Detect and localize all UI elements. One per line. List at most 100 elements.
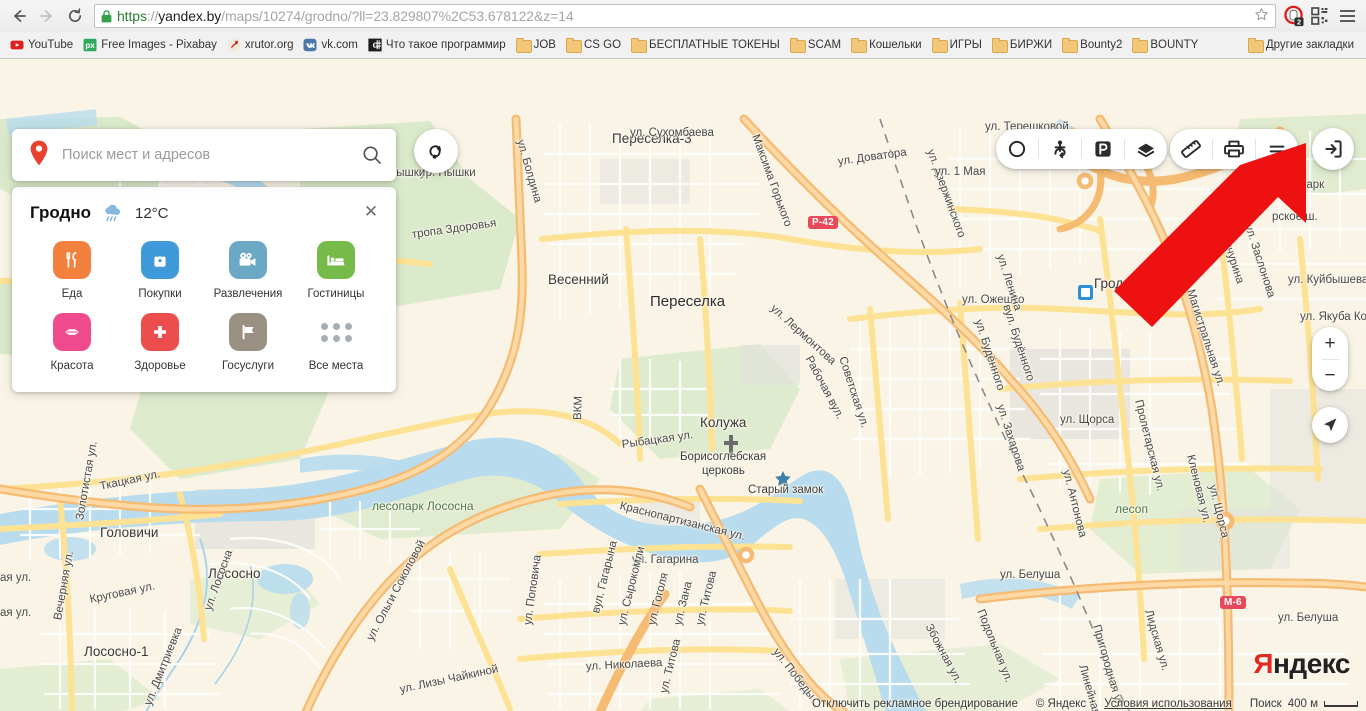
bookmark-folder-bounty[interactable]: BOUNTY — [1128, 37, 1204, 53]
city-categories-card: Гродно 12°C ✕ Еда Покупки Развлечения Го… — [12, 187, 396, 392]
category-hotels[interactable]: Гостиницы — [292, 241, 380, 305]
bookmark-label: YouTube — [28, 39, 74, 51]
road-shield: М-6 — [1220, 596, 1246, 609]
ruler-icon[interactable] — [1170, 129, 1212, 169]
search-input[interactable] — [62, 147, 350, 163]
category-beauty[interactable]: Красота — [28, 313, 116, 377]
svg-text:C: C — [372, 40, 378, 50]
forward-button[interactable] — [34, 3, 60, 29]
scale-line — [1324, 701, 1358, 707]
bookmark-label: ИГРЫ — [949, 39, 982, 51]
printer-icon[interactable] — [1213, 129, 1255, 169]
movie-camera-icon — [229, 241, 267, 279]
map-layers-pill — [996, 129, 1167, 169]
category-health[interactable]: Здоровье — [116, 313, 204, 377]
locate-arrow-icon[interactable] — [1312, 407, 1348, 443]
bookmark-folder-tokens[interactable]: БЕСПЛАТНЫЕ ТОКЕНЫ — [627, 37, 786, 53]
address-bar[interactable]: https://yandex.by/maps/10274/grodno/?ll=… — [94, 4, 1276, 28]
category-label: Госуслуги — [221, 360, 275, 373]
folder-icon — [931, 38, 948, 53]
transit-icon[interactable] — [1039, 129, 1081, 169]
other-bookmarks-folder[interactable]: Другие закладки — [1244, 37, 1360, 53]
road-shield: Р-42 — [808, 216, 838, 229]
zoom-in-button[interactable]: + — [1312, 328, 1348, 359]
bookmark-label: Free Images - Pixabay — [101, 39, 217, 51]
traffic-circle-icon[interactable] — [996, 129, 1038, 169]
back-button[interactable] — [6, 3, 32, 29]
bookmark-label: Что такое программир — [385, 39, 506, 51]
bookmark-label: Кошельки — [869, 39, 922, 51]
map-tools-pill — [1170, 129, 1298, 169]
rain-cloud-icon — [102, 204, 124, 223]
category-entertainment[interactable]: Развлечения — [204, 241, 292, 305]
scale-value: 400 м — [1287, 698, 1318, 710]
close-icon[interactable]: ✕ — [360, 200, 382, 222]
scale-bar: Поиск 400 м — [1250, 698, 1358, 710]
category-government[interactable]: Госуслуги — [204, 313, 292, 377]
zoom-controls: + − — [1312, 327, 1348, 391]
disable-ad-branding-link[interactable]: Отключить рекламное брендирование — [812, 698, 1018, 710]
bookmark-label: BOUNTY — [1150, 39, 1199, 51]
adblock-extension-icon[interactable]: 2 — [1282, 4, 1306, 28]
category-all-places[interactable]: Все места — [292, 313, 380, 377]
folder-icon — [991, 38, 1008, 53]
map-viewport[interactable]: .land { fill:#f9f4e6; } .green { fill:#d… — [0, 59, 1366, 711]
bookmark-label: JOB — [533, 39, 556, 51]
vk-icon — [303, 38, 317, 52]
bookmark-folder-exchanges[interactable]: БИРЖИ — [988, 37, 1058, 53]
other-bookmarks-label: Другие закладки — [1265, 39, 1354, 51]
bookmark-label: БЕСПЛАТНЫЕ ТОКЕНЫ — [649, 39, 780, 51]
hamburger-menu-icon[interactable] — [1334, 3, 1360, 29]
bookmark-folder-wallets[interactable]: Кошельки — [847, 37, 928, 53]
youtube-icon — [10, 38, 24, 52]
folder-icon — [1062, 38, 1079, 53]
bookmark-vk[interactable]: vk.com — [299, 36, 363, 54]
bookmark-xrutor[interactable]: xrutor.org — [223, 36, 300, 54]
star-icon[interactable] — [1254, 7, 1269, 26]
bookmark-folder-job[interactable]: JOB — [512, 37, 562, 53]
folder-icon — [565, 38, 582, 53]
bookmark-label: БИРЖИ — [1009, 39, 1053, 51]
folder-icon — [515, 38, 532, 53]
category-shopping[interactable]: Покупки — [116, 241, 204, 305]
bookmark-folder-games[interactable]: ИГРЫ — [928, 37, 988, 53]
category-food[interactable]: Еда — [28, 241, 116, 305]
lips-icon — [53, 313, 91, 352]
bookmark-label: CS GO — [583, 39, 622, 51]
category-label: Гостиницы — [307, 288, 365, 300]
terms-of-use-link[interactable]: Условия использования — [1104, 698, 1232, 710]
category-label: Здоровье — [134, 360, 186, 373]
parking-icon[interactable] — [1082, 129, 1124, 169]
bookmark-label: xrutor.org — [244, 39, 294, 51]
search-box[interactable] — [12, 129, 396, 181]
logo-rest: ндекс — [1273, 648, 1350, 679]
svg-text:2: 2 — [1297, 17, 1301, 26]
layers-icon[interactable] — [1125, 129, 1167, 169]
qr-code-extension-icon[interactable] — [1308, 4, 1332, 28]
bookmark-site[interactable]: C Что такое программир — [364, 36, 512, 54]
category-grid: Еда Покупки Развлечения Гостиницы Красот… — [28, 227, 380, 378]
grid-dots-icon — [317, 313, 355, 351]
reload-button[interactable] — [62, 3, 88, 29]
bookmarks-bar: YouTube px Free Images - Pixabay xrutor.… — [0, 32, 1366, 58]
site-icon: C — [368, 38, 382, 52]
bookmark-pixabay[interactable]: px Free Images - Pixabay — [79, 36, 223, 54]
category-label: Красота — [50, 360, 94, 373]
copyright-text: © Яндекс — [1035, 698, 1087, 710]
folder-icon — [1132, 38, 1149, 53]
zoom-out-button[interactable]: − — [1312, 360, 1348, 391]
attribution-bar: Отключить рекламное брендирование © Янде… — [0, 698, 1366, 710]
bookmark-youtube[interactable]: YouTube — [6, 36, 79, 54]
menu-lines-icon[interactable] — [1256, 129, 1298, 169]
search-icon[interactable] — [362, 145, 382, 165]
rotate-map-icon[interactable] — [414, 129, 458, 173]
browser-chrome: https://yandex.by/maps/10274/grodno/?ll=… — [0, 0, 1366, 59]
bookmark-folder-csgo[interactable]: CS GO — [562, 37, 627, 53]
svg-text:px: px — [86, 41, 96, 50]
url-text: https://yandex.by/maps/10274/grodno/?ll=… — [117, 8, 574, 24]
bookmark-folder-bounty2[interactable]: Bounty2 — [1058, 37, 1128, 53]
flag-icon — [229, 313, 267, 352]
bookmark-folder-scam[interactable]: SCAM — [786, 37, 847, 53]
exit-icon[interactable] — [1312, 128, 1354, 170]
medical-cross-icon — [141, 313, 179, 352]
